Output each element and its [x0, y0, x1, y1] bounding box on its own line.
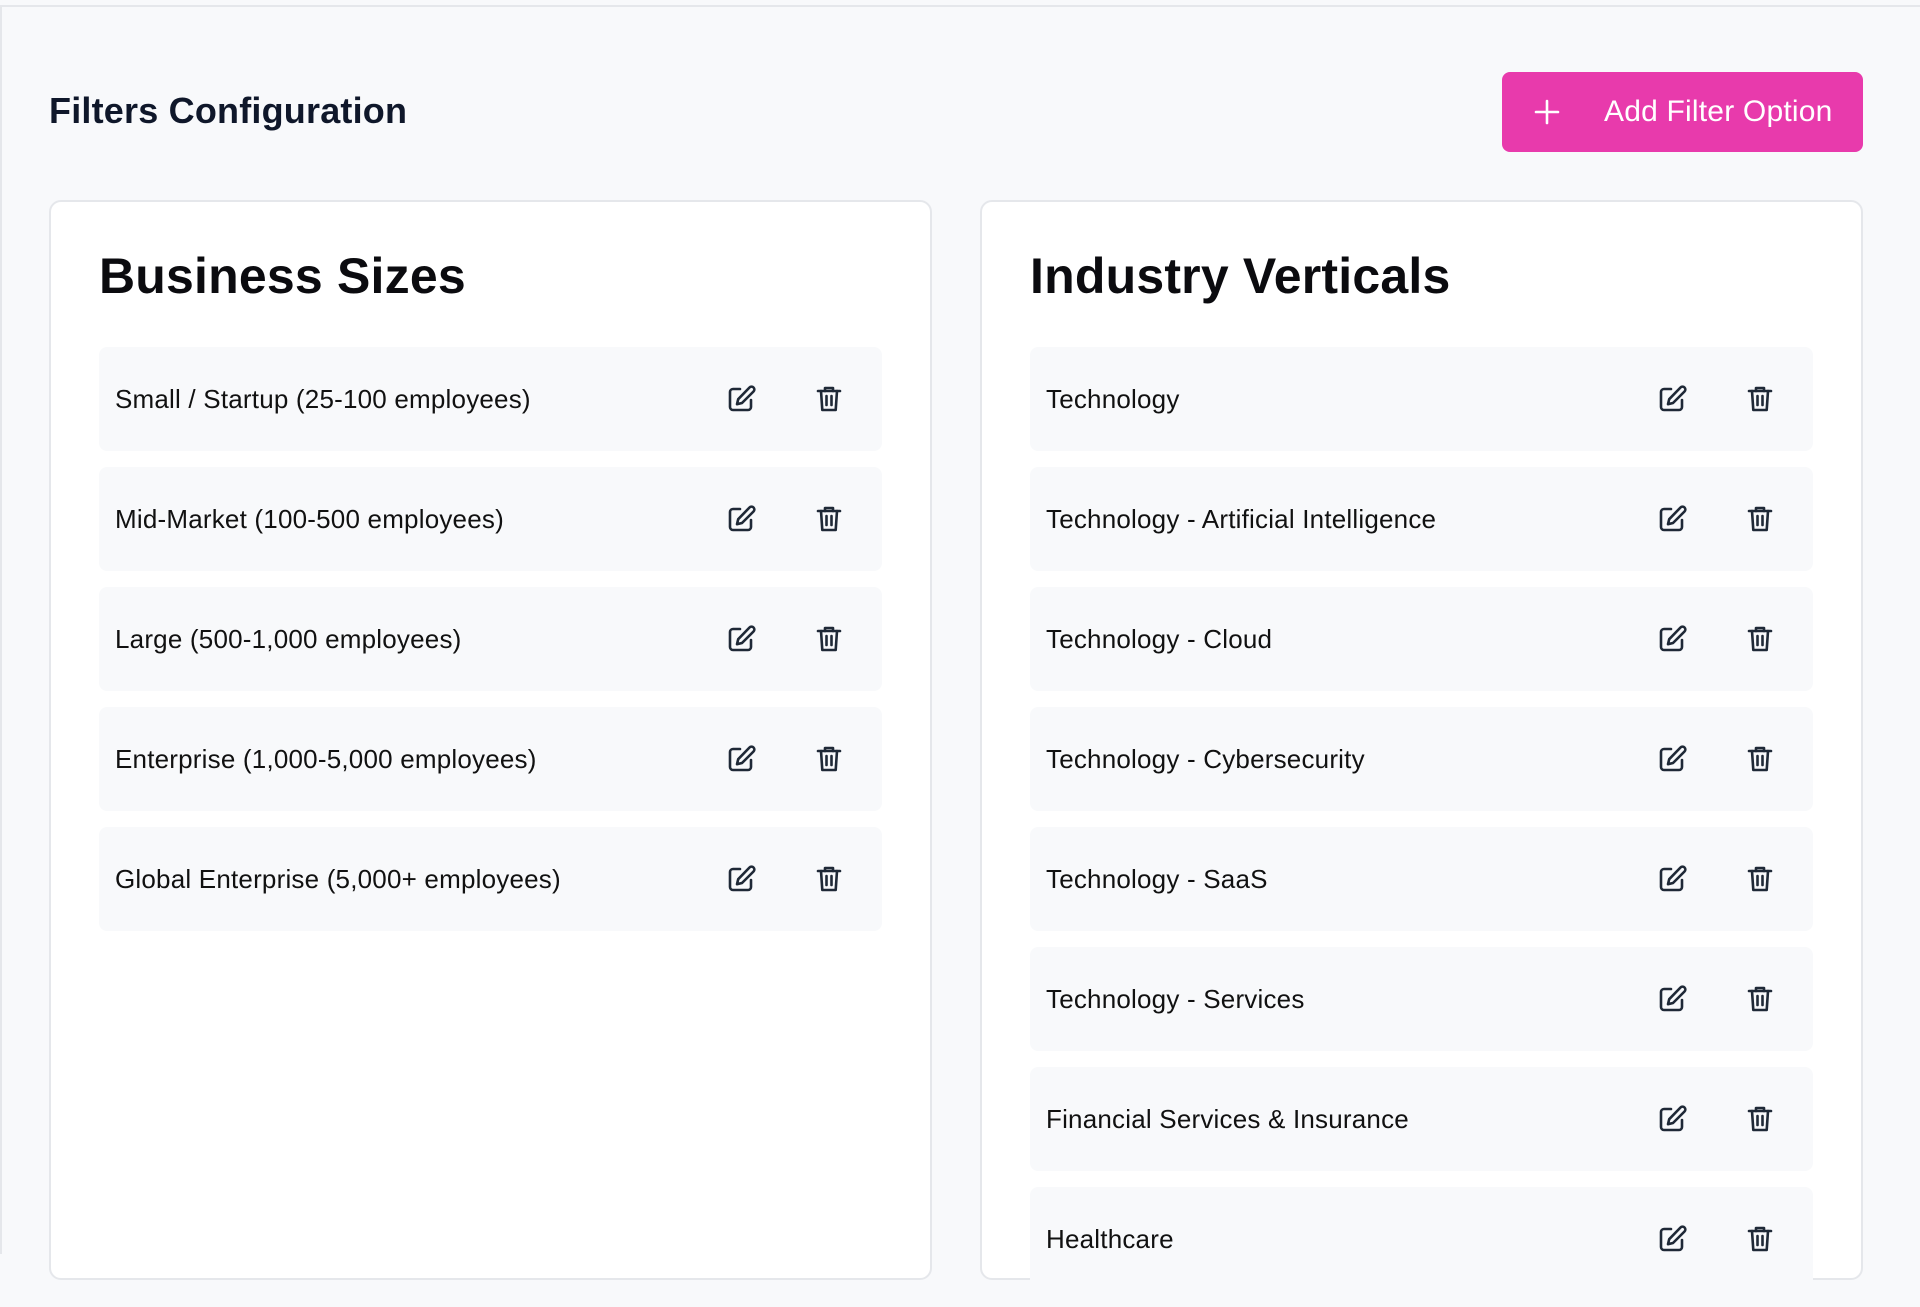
- edit-icon[interactable]: [1656, 383, 1688, 415]
- business-sizes-list: Small / Startup (25-100 employees) Mid-M…: [99, 347, 882, 947]
- business-size-label: Mid-Market (100-500 employees): [115, 504, 504, 534]
- top-divider: [0, 0, 1920, 7]
- business-size-row: Small / Startup (25-100 employees): [99, 347, 882, 451]
- edit-icon[interactable]: [725, 623, 757, 655]
- edit-icon[interactable]: [1656, 743, 1688, 775]
- industry-vertical-row: Technology: [1030, 347, 1813, 451]
- industry-vertical-row: Technology - Cloud: [1030, 587, 1813, 691]
- industry-vertical-label: Technology - Services: [1046, 984, 1305, 1014]
- industry-vertical-label: Financial Services & Insurance: [1046, 1104, 1409, 1134]
- trash-icon[interactable]: [813, 383, 845, 415]
- industry-vertical-row: Healthcare: [1030, 1187, 1813, 1291]
- add-filter-option-button[interactable]: Add Filter Option: [1502, 72, 1863, 152]
- industry-vertical-label: Healthcare: [1046, 1224, 1174, 1254]
- trash-icon[interactable]: [813, 743, 845, 775]
- trash-icon[interactable]: [1744, 623, 1776, 655]
- business-size-label: Enterprise (1,000-5,000 employees): [115, 744, 537, 774]
- trash-icon[interactable]: [813, 863, 845, 895]
- edit-icon[interactable]: [1656, 983, 1688, 1015]
- trash-icon[interactable]: [1744, 983, 1776, 1015]
- business-sizes-card: Business Sizes Small / Startup (25-100 e…: [49, 200, 932, 1280]
- industry-verticals-card: Industry Verticals Technology Technology…: [980, 200, 1863, 1291]
- edit-icon[interactable]: [725, 743, 757, 775]
- trash-icon[interactable]: [1744, 743, 1776, 775]
- edit-icon[interactable]: [725, 863, 757, 895]
- industry-vertical-row: Technology - Artificial Intelligence: [1030, 467, 1813, 571]
- business-size-label: Small / Startup (25-100 employees): [115, 384, 531, 414]
- business-size-label: Global Enterprise (5,000+ employees): [115, 864, 561, 894]
- industry-vertical-label: Technology - Artificial Intelligence: [1046, 504, 1437, 534]
- industry-vertical-row: Technology - Services: [1030, 947, 1813, 1051]
- business-size-row: Mid-Market (100-500 employees): [99, 467, 882, 571]
- industry-vertical-label: Technology: [1046, 384, 1180, 414]
- industry-verticals-list: Technology Technology - Artificial Intel…: [1030, 347, 1813, 1307]
- edit-icon[interactable]: [1656, 1223, 1688, 1255]
- industry-vertical-row: Technology - Cybersecurity: [1030, 707, 1813, 811]
- industry-verticals-title: Industry Verticals: [1030, 248, 1451, 304]
- left-divider: [0, 7, 2, 1254]
- trash-icon[interactable]: [1744, 503, 1776, 535]
- trash-icon[interactable]: [1744, 1103, 1776, 1135]
- add-filter-option-label: Add Filter Option: [1604, 95, 1833, 128]
- page-title: Filters Configuration: [49, 90, 408, 131]
- edit-icon[interactable]: [1656, 503, 1688, 535]
- industry-vertical-row: Financial Services & Insurance: [1030, 1067, 1813, 1171]
- business-size-row: Large (500-1,000 employees): [99, 587, 882, 691]
- trash-icon[interactable]: [1744, 383, 1776, 415]
- business-sizes-title: Business Sizes: [99, 248, 466, 304]
- industry-vertical-row: Technology - SaaS: [1030, 827, 1813, 931]
- business-size-row: Enterprise (1,000-5,000 employees): [99, 707, 882, 811]
- business-size-label: Large (500-1,000 employees): [115, 624, 462, 654]
- industry-vertical-label: Technology - SaaS: [1046, 864, 1268, 894]
- trash-icon[interactable]: [813, 623, 845, 655]
- industry-vertical-label: Technology - Cloud: [1046, 624, 1273, 654]
- industry-vertical-label: Technology - Cybersecurity: [1046, 744, 1365, 774]
- trash-icon[interactable]: [813, 503, 845, 535]
- trash-icon[interactable]: [1744, 863, 1776, 895]
- plus-icon: [1534, 99, 1560, 125]
- edit-icon[interactable]: [1656, 863, 1688, 895]
- business-size-row: Global Enterprise (5,000+ employees): [99, 827, 882, 931]
- edit-icon[interactable]: [1656, 1103, 1688, 1135]
- edit-icon[interactable]: [1656, 623, 1688, 655]
- edit-icon[interactable]: [725, 503, 757, 535]
- trash-icon[interactable]: [1744, 1223, 1776, 1255]
- edit-icon[interactable]: [725, 383, 757, 415]
